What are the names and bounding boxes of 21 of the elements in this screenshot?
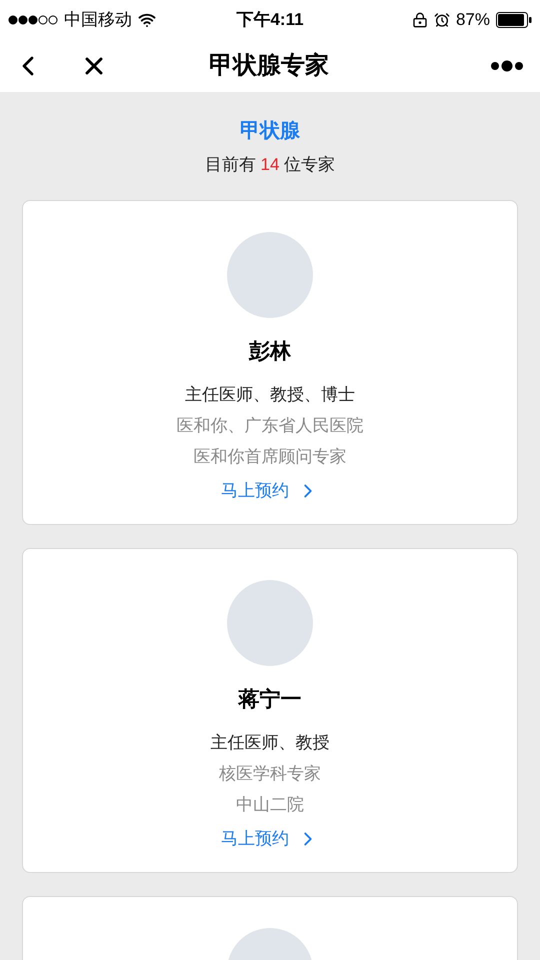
doctor-name: 蒋宁一 [238, 686, 302, 712]
more-icon [490, 60, 524, 72]
doctor-title: 主任医师、教授 [210, 732, 330, 754]
carrier-name: 中国移动 [64, 9, 132, 32]
doctor-name: 彭林 [249, 338, 291, 364]
doctor-title: 主任医师、教授、博士 [185, 384, 355, 406]
doctor-detail: 医和你首席顾问专家 [194, 446, 346, 468]
battery-icon [496, 12, 532, 28]
status-time: 下午4:11 [236, 9, 304, 32]
page-title: 甲状腺专家 [209, 51, 329, 81]
doctor-detail: 中山二院 [236, 794, 304, 816]
alarm-icon [434, 12, 450, 28]
doctor-detail: 医和你、广东省人民医院 [176, 415, 364, 437]
wifi-icon [138, 11, 156, 29]
category-title: 甲状腺 [240, 119, 300, 144]
doctor-detail: 核医学科专家 [219, 763, 321, 785]
book-now-link[interactable]: 马上预约 [221, 826, 319, 852]
book-now-link[interactable]: 马上预约 [221, 478, 319, 504]
battery-percent: 87% [456, 9, 490, 32]
signal-icon [8, 15, 58, 25]
expert-count: 目前有 14 位专家 [204, 154, 336, 176]
